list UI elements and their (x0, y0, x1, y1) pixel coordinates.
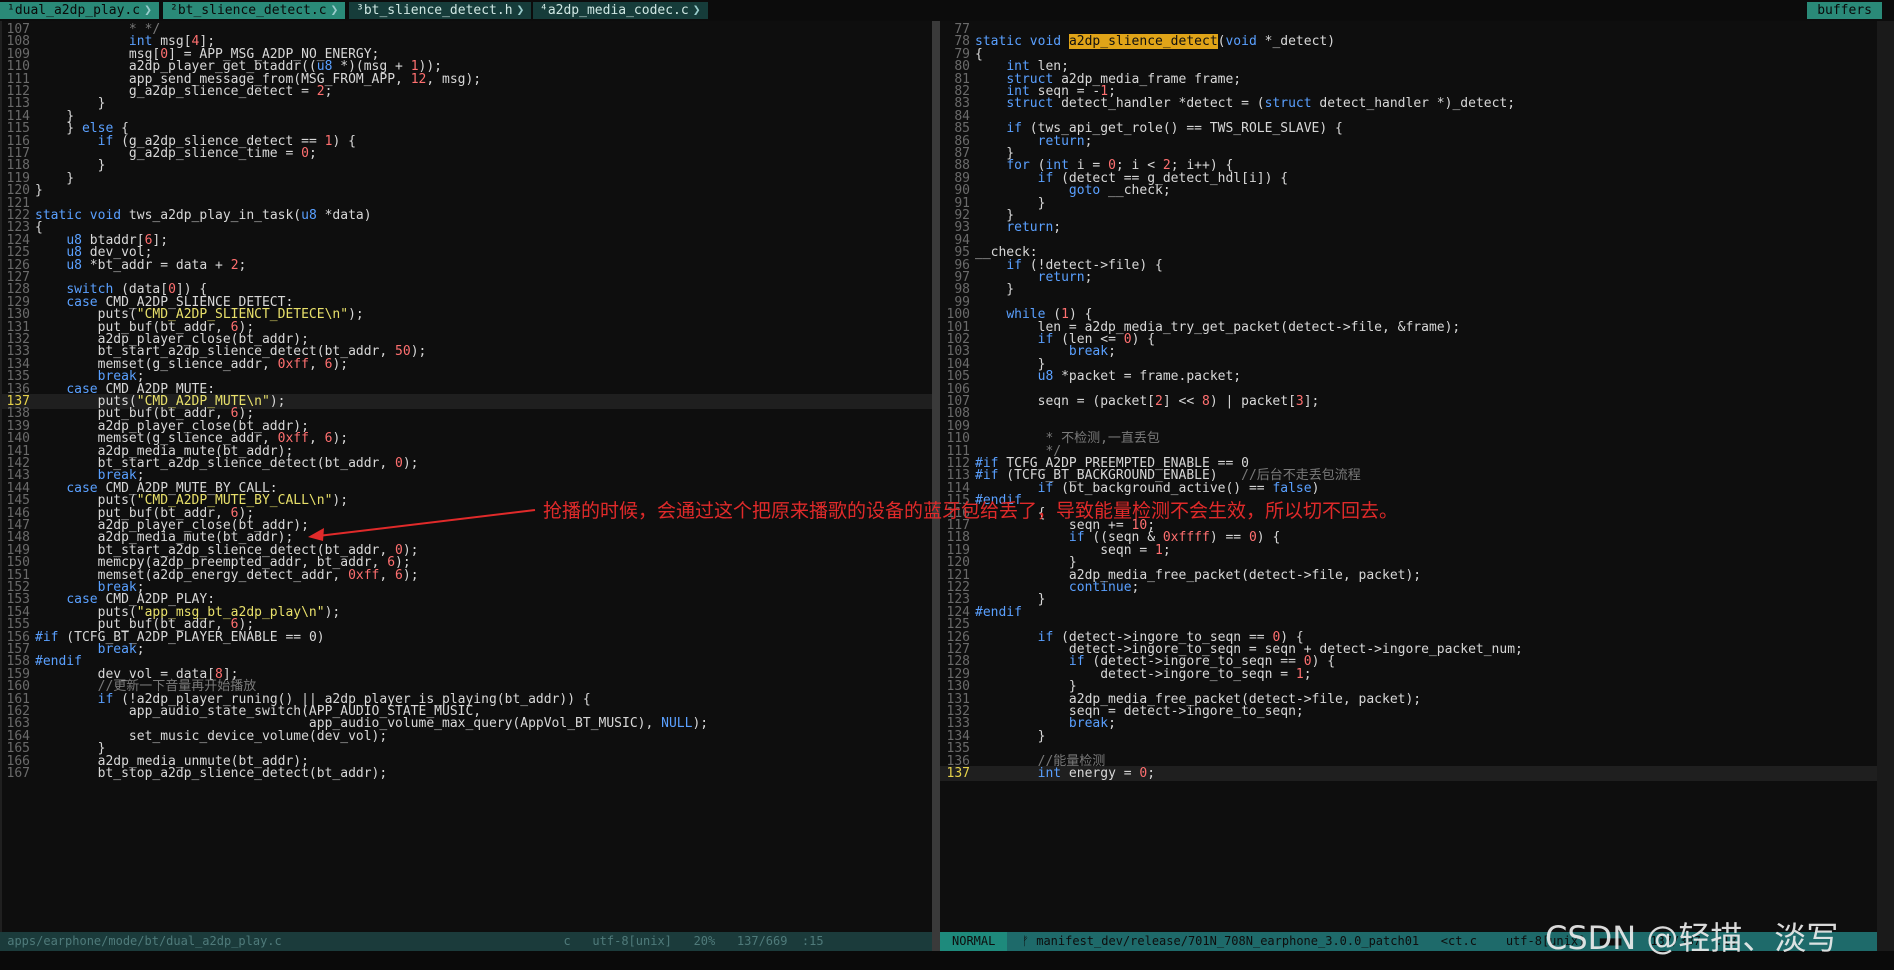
tab-label: ¹dual_a2dp_play.c (7, 3, 141, 18)
tab-bar: ¹dual_a2dp_play.c ❯ ²bt_slience_detect.c ❯ ³… (0, 0, 1894, 22)
left-editor-pane[interactable]: 107 * */108 int msg[4]; 109 msg[0] = APP_… (0, 21, 932, 932)
watermark: CSDN @轻描、淡写 (1545, 919, 1839, 957)
annotation-text: 抢播的时候，会通过这个把原来播歌的设备的蓝牙包给丢了，导致能量检测不会生效，所以… (543, 500, 1399, 522)
tab-label: ²bt_slience_detect.c (170, 3, 327, 18)
cursor-line[interactable]: 137 int energy = 0; (940, 766, 1877, 781)
code-text: bt_stop_a2dp_slience_detect(bt_addr); (35, 766, 388, 781)
tab-separator-icon: ❯ (144, 3, 152, 18)
tab-1[interactable]: ¹dual_a2dp_play.c ❯ (0, 2, 159, 19)
tab-separator-icon: ❯ (692, 3, 701, 18)
code-line[interactable]: 167 bt_stop_a2dp_slience_detect(bt_addr)… (0, 766, 932, 781)
line-number: 137 (946, 766, 970, 781)
tab-2[interactable]: ²bt_slience_detect.c ❯ (163, 2, 346, 19)
mode-indicator: NORMAL (940, 932, 1008, 951)
tab-label: ⁴a2dp_media_codec.c (540, 3, 689, 18)
line-number: 167 (6, 766, 30, 781)
right-editor-pane[interactable]: 77 78 static void a2dp_slience_detect(void… (940, 21, 1877, 932)
tab-separator-icon: ❯ (330, 3, 339, 18)
buffers-label[interactable]: buffers (1807, 2, 1882, 19)
tab-3[interactable]: ³bt_slience_detect.h ❯ (349, 2, 532, 19)
tab-label: ³bt_slience_detect.h (356, 3, 513, 18)
right-scroll-gutter (1877, 21, 1894, 951)
tab-4[interactable]: ⁴a2dp_media_codec.c ❯ (533, 2, 708, 19)
code-text: int energy = 0; (1037, 766, 1156, 781)
left-status-line: apps/earphone/mode/bt/dual_a2dp_play.c c… (0, 932, 932, 951)
vertical-split-separator[interactable] (932, 21, 940, 951)
tab-separator-icon: ❯ (516, 3, 525, 18)
